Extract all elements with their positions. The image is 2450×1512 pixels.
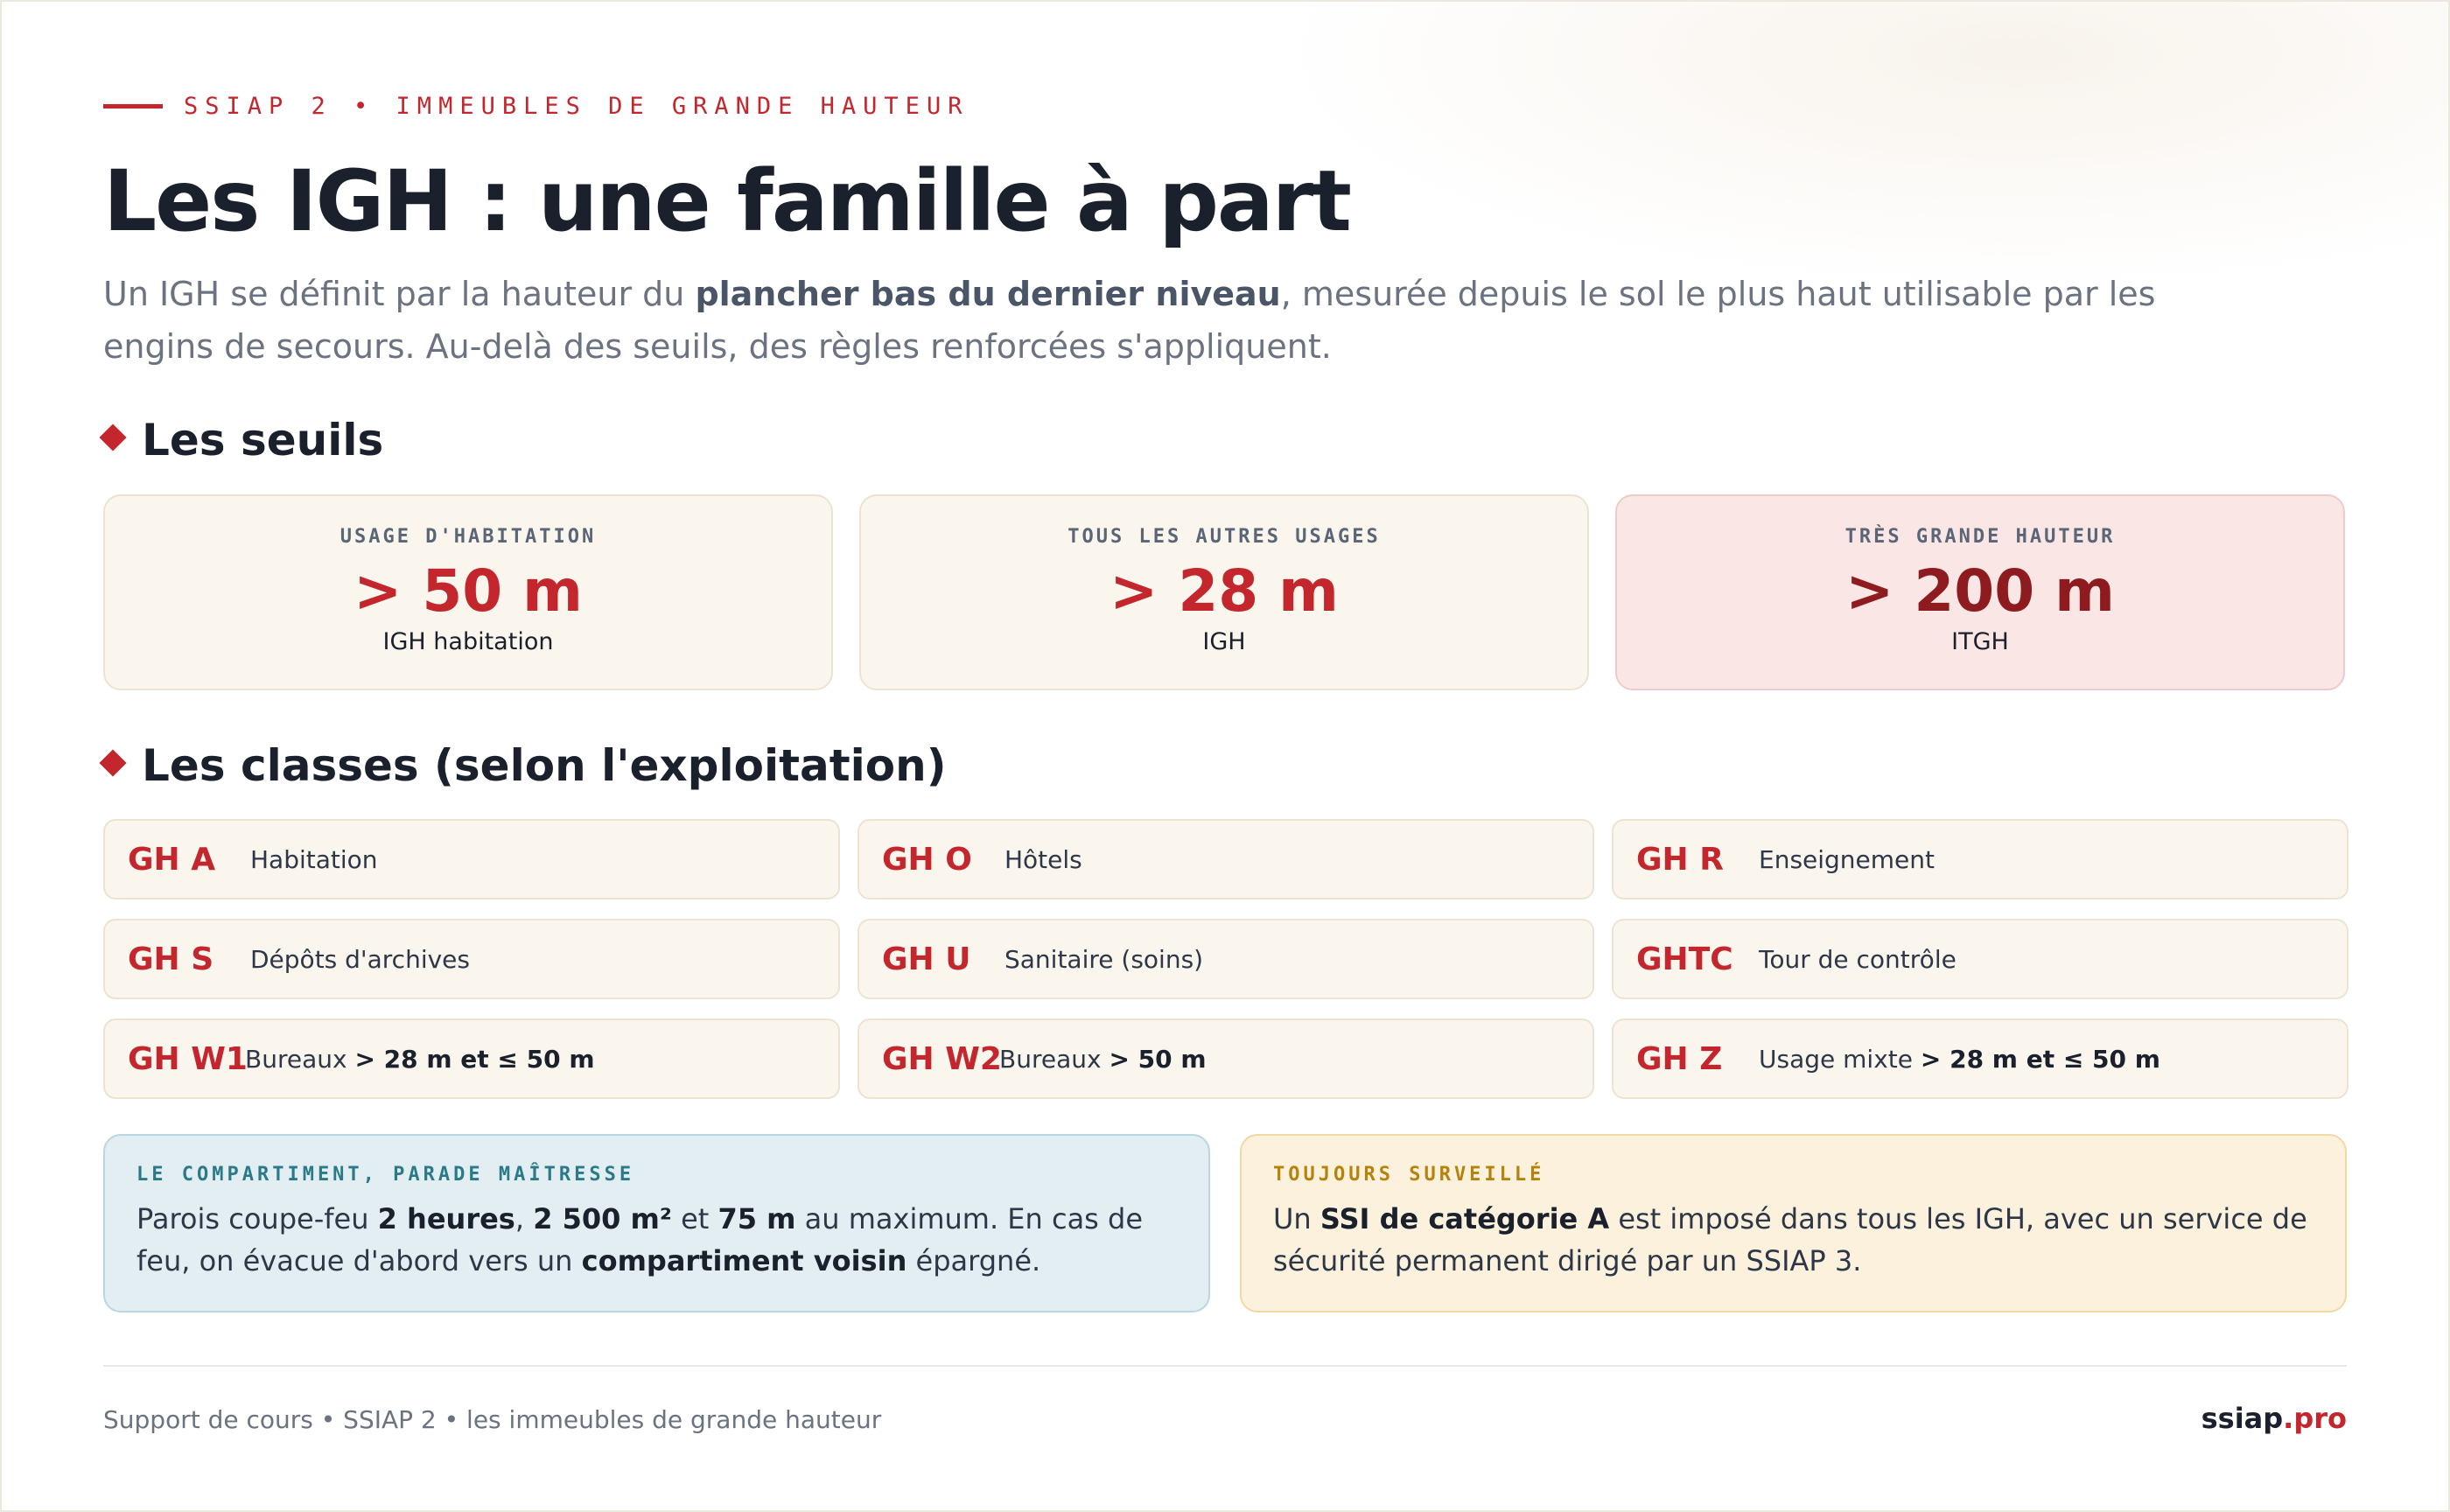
section-classes: Les classes (selon l'exploitation) [99, 740, 947, 791]
class-card-gh-o: GH O Hôtels [858, 819, 1594, 900]
class-desc: Sanitaire (soins) [1004, 944, 1204, 974]
class-card-gh-r: GH R Enseignement [1612, 819, 2348, 900]
class-grid: GH A Habitation GH O Hôtels GH R Enseign… [103, 819, 2348, 1099]
class-card-gh-w1: GH W1 Bureaux > 28 m et ≤ 50 m [103, 1018, 840, 1099]
class-desc: Dépôts d'archives [250, 944, 470, 974]
section-title: Les classes (selon l'exploitation) [142, 740, 947, 791]
threshold-label: USAGE D'HABITATION [340, 526, 597, 548]
callout-compartment: LE COMPARTIMENT, PARADE MAÎTRESSE Parois… [103, 1134, 1210, 1312]
section-thresholds: Les seuils [99, 415, 384, 466]
class-desc: Usage mixte > 28 m et ≤ 50 m [1759, 1044, 2160, 1074]
brand-logo: ssiap.pro [2202, 1402, 2347, 1435]
threshold-value: > 50 m [354, 557, 583, 625]
kicker-text: SSIAP 2 • IMMEUBLES DE GRANDE HAUTEUR [184, 93, 970, 120]
threshold-card: USAGE D'HABITATION > 50 m IGH habitation [103, 494, 833, 690]
callouts: LE COMPARTIMENT, PARADE MAÎTRESSE Parois… [103, 1134, 2347, 1312]
class-height: > 28 m et ≤ 50 m [1920, 1044, 2160, 1074]
class-code: GH Z [1636, 1040, 1723, 1077]
class-card-gh-z: GH Z Usage mixte > 28 m et ≤ 50 m [1612, 1018, 2348, 1099]
callout-label: TOUJOURS SURVEILLÉ [1273, 1164, 1545, 1186]
kicker-rule [103, 104, 163, 108]
threshold-card: TOUS LES AUTRES USAGES > 28 m IGH [859, 494, 1589, 690]
threshold-value: > 28 m [1110, 557, 1339, 625]
class-desc: Enseignement [1759, 844, 1936, 874]
diamond-icon [99, 424, 127, 452]
threshold-sub: IGH [1202, 628, 1246, 655]
threshold-cards: USAGE D'HABITATION > 50 m IGH habitation… [103, 494, 2345, 690]
lead-paragraph: Un IGH se définit par la hauteur du plan… [103, 268, 2221, 373]
class-desc: Habitation [250, 844, 378, 874]
diamond-icon [99, 749, 127, 777]
class-card-gh-a: GH A Habitation [103, 819, 840, 900]
class-desc: Hôtels [1004, 844, 1082, 874]
class-desc: Bureaux > 28 m et ≤ 50 m [245, 1044, 595, 1074]
class-card-gh-w2: GH W2 Bureaux > 50 m [858, 1018, 1594, 1099]
lead-text: Un IGH se définit par la hauteur du [103, 275, 696, 313]
class-code: GH U [882, 941, 971, 977]
section-title: Les seuils [142, 415, 384, 466]
class-desc: Bureaux > 50 m [999, 1044, 1207, 1074]
footer-caption: Support de cours • SSIAP 2 • les immeubl… [103, 1405, 882, 1434]
threshold-label: TRÈS GRANDE HAUTEUR [1844, 526, 2116, 548]
callout-surveillance: TOUJOURS SURVEILLÉ Un SSI de catégorie A… [1240, 1134, 2347, 1312]
threshold-value: > 200 m [1845, 557, 2115, 625]
class-card-gh-u: GH U Sanitaire (soins) [858, 919, 1594, 999]
class-code: GH S [128, 941, 214, 977]
class-code: GH A [128, 841, 216, 878]
brand-accent: .pro [2283, 1402, 2347, 1435]
threshold-label: TOUS LES AUTRES USAGES [1068, 526, 1381, 548]
class-code: GH R [1636, 841, 1724, 878]
lead-emphasis: plancher bas du dernier niveau [695, 275, 1281, 313]
class-height: > 28 m et ≤ 50 m [354, 1044, 595, 1074]
threshold-card-itgh: TRÈS GRANDE HAUTEUR > 200 m ITGH [1615, 494, 2345, 690]
callout-text: Un SSI de catégorie A est imposé dans to… [1273, 1202, 2307, 1278]
callout-label: LE COMPARTIMENT, PARADE MAÎTRESSE [136, 1164, 635, 1186]
kicker: SSIAP 2 • IMMEUBLES DE GRANDE HAUTEUR [103, 93, 969, 120]
page-title: Les IGH : une famille à part [103, 152, 1352, 250]
class-code: GHTC [1636, 941, 1733, 977]
threshold-sub: IGH habitation [382, 628, 554, 655]
class-desc: Tour de contrôle [1759, 944, 1956, 974]
class-height: > 50 m [1109, 1044, 1207, 1074]
brand-main: ssiap [2201, 1402, 2284, 1435]
class-card-ghtc: GHTC Tour de contrôle [1612, 919, 2348, 999]
class-code: GH W1 [128, 1040, 248, 1077]
class-card-gh-s: GH S Dépôts d'archives [103, 919, 840, 999]
footer-divider [103, 1365, 2347, 1367]
threshold-sub: ITGH [1951, 628, 2009, 655]
callout-text: Parois coupe-feu 2 heures, 2 500 m² et 7… [136, 1202, 1144, 1278]
class-code: GH W2 [882, 1040, 1002, 1077]
class-code: GH O [882, 841, 972, 878]
